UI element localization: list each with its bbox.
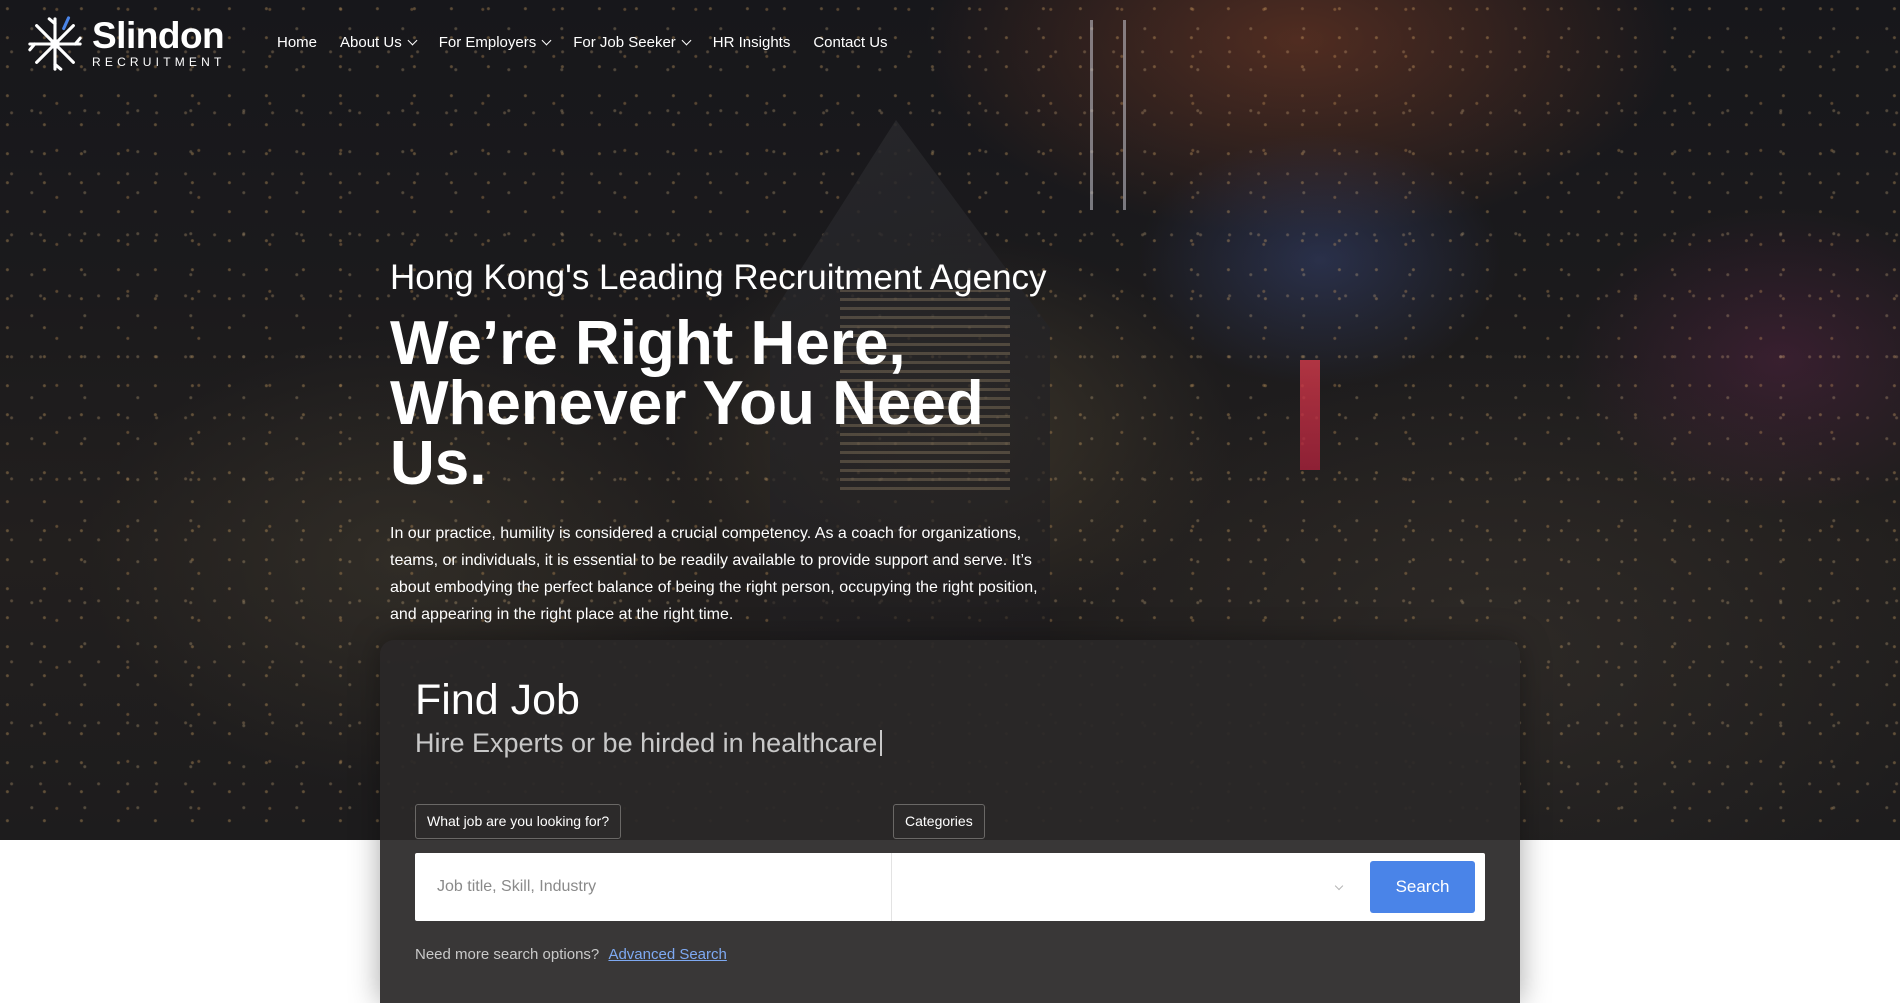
nav-item-label: Contact Us [813, 34, 888, 51]
find-job-panel: Find Job Hire Experts or be hirded in he… [380, 640, 1520, 1003]
nav-item-label: For Job Seeker [573, 34, 676, 51]
hero-intro-text: In our practice, humility is considered … [390, 525, 1038, 623]
categories-select[interactable] [892, 853, 1370, 921]
hero-headline-line-1: We’re Right Here, [390, 309, 906, 378]
page: Slindon RECRUITMENT Home About Us For Em… [0, 0, 1900, 1003]
nav-item-hr-insights[interactable]: HR Insights [713, 34, 791, 51]
chevron-down-icon [407, 35, 418, 46]
chevron-down-icon [1334, 881, 1344, 891]
job-search-input[interactable] [415, 853, 892, 921]
nav-item-label: HR Insights [712, 34, 791, 51]
nav-item-about-us[interactable]: About Us [340, 34, 418, 51]
nav-item-for-employers[interactable]: For Employers [438, 34, 552, 51]
find-job-subtitle: Hire Experts or be hirded in healthcare [415, 728, 882, 759]
nav-item-home[interactable]: Home [277, 34, 317, 51]
job-search-label: What job are you looking for? [415, 804, 622, 839]
nav-item-label: For Employers [438, 34, 537, 51]
hero-headline: We’re Right Here, Whenever You Need Us. [390, 313, 1070, 495]
nav-item-label: About Us [340, 34, 402, 51]
find-job-title: Find Job [415, 676, 580, 724]
more-options-text: Need more search options? [415, 946, 600, 963]
nav-item-contact-us[interactable]: Contact Us [813, 34, 887, 51]
hero-content: Hong Kong's Leading Recruitment Agency W… [390, 256, 1070, 628]
more-search-options: Need more search options? Advanced Searc… [415, 946, 727, 963]
nav-item-for-job-seeker[interactable]: For Job Seeker [573, 34, 692, 51]
typing-cursor [880, 730, 882, 756]
search-button[interactable]: Search [1370, 861, 1475, 913]
categories-label: Categories [893, 804, 985, 839]
advanced-search-link[interactable]: Advanced Search [608, 946, 726, 963]
neon-sign-decoration [1300, 360, 1320, 470]
job-search-bar: Search [415, 853, 1485, 921]
chevron-down-icon [541, 35, 552, 46]
chevron-down-icon [681, 35, 692, 46]
hero-eyebrow: Hong Kong's Leading Recruitment Agency [390, 258, 1047, 297]
nav-item-label: Home [277, 34, 318, 51]
snowflake-burst-logo-icon [28, 16, 82, 71]
brand-wordmark: Slindon RECRUITMENT [92, 15, 226, 70]
hero-headline-line-2: Whenever You Need Us. [390, 369, 984, 498]
navbar: Slindon RECRUITMENT Home About Us For Em… [0, 0, 1900, 88]
main-nav: Home About Us For Employers For Job Seek… [277, 34, 911, 51]
brand-tagline: RECRUITMENT [92, 55, 226, 69]
typewriter-text: Hire Experts or be hirded in healthcare [415, 728, 878, 758]
brand-name: Slindon [92, 15, 225, 56]
brand-logo[interactable]: Slindon RECRUITMENT [26, 14, 226, 74]
